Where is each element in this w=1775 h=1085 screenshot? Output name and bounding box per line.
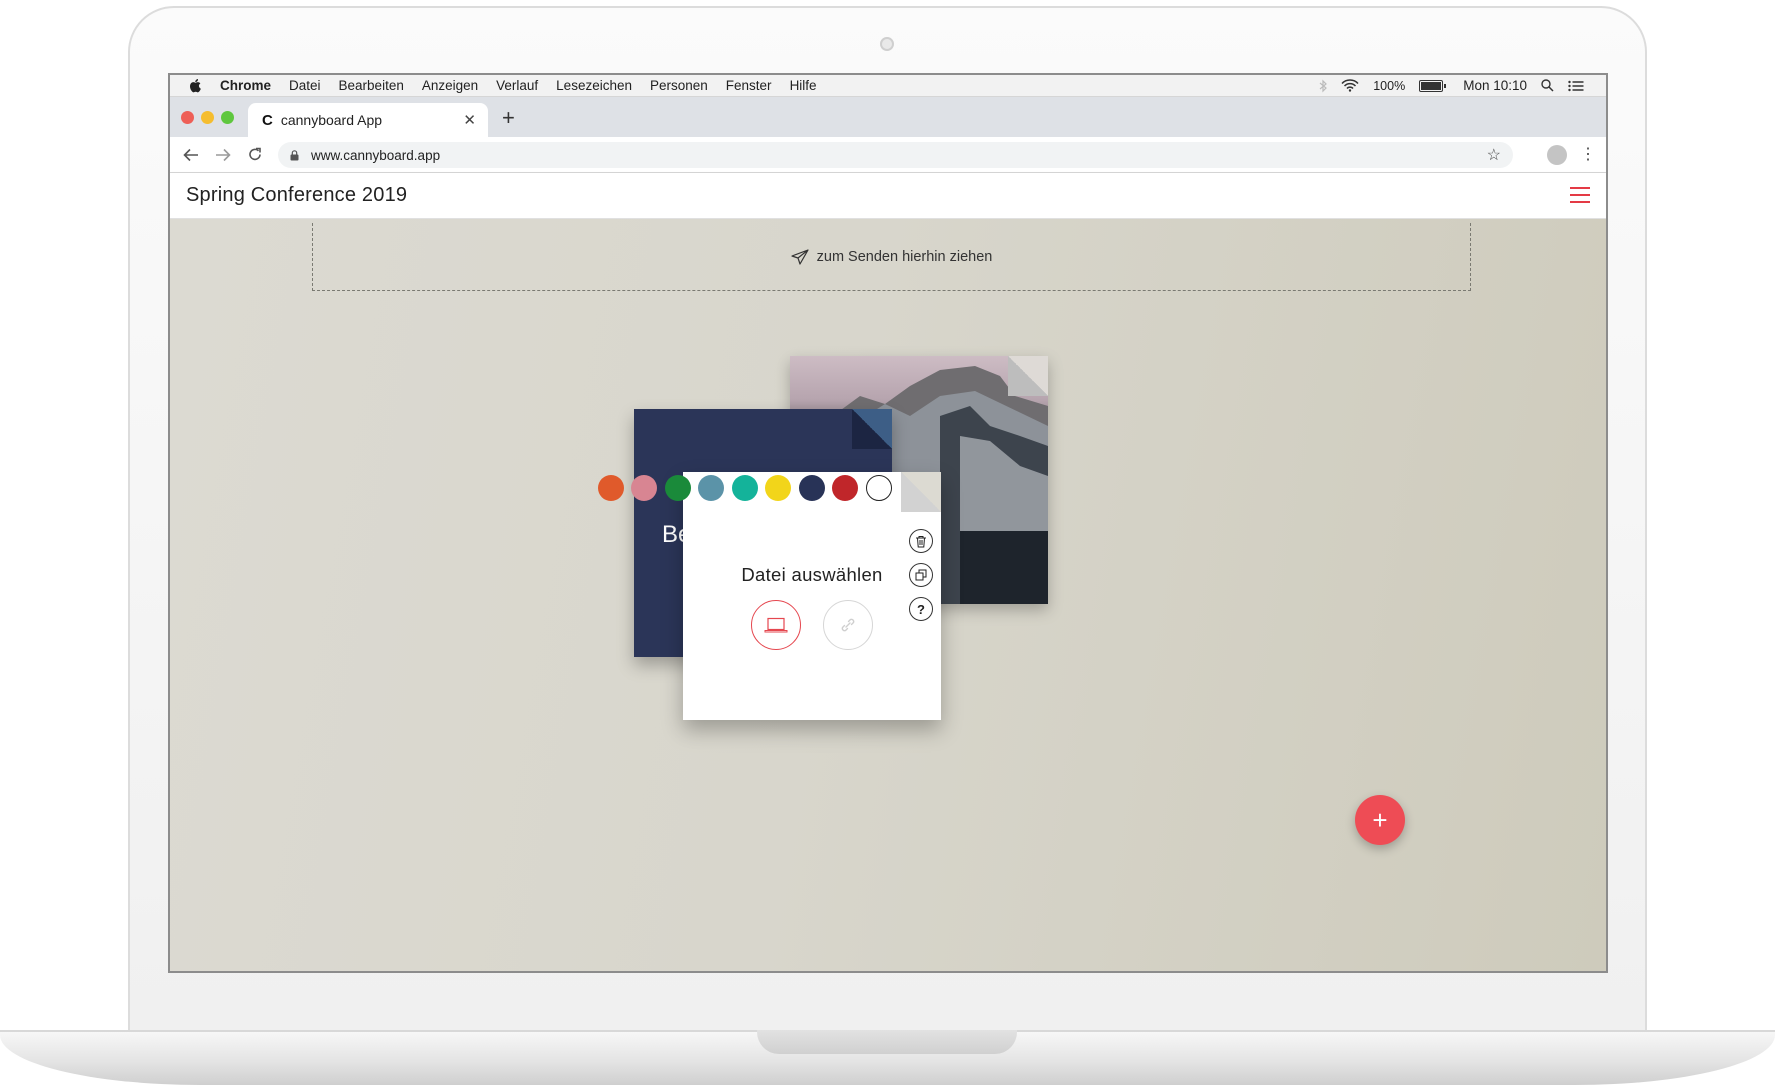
dropzone-label: zum Senden hierhin ziehen (816, 248, 993, 265)
swatch-navy[interactable] (799, 475, 825, 501)
app-header: Spring Conference 2019 (170, 173, 1606, 219)
send-dropzone[interactable]: zum Senden hierhin ziehen (312, 223, 1471, 291)
menubar-status-area: 100% Mon 10:10 (1319, 78, 1584, 93)
swatch-steel-blue[interactable] (698, 475, 724, 501)
card-fold-corner (852, 409, 892, 449)
menu-lesezeichen[interactable]: Lesezeichen (556, 78, 632, 93)
favicon-icon: C (262, 111, 273, 129)
address-bar[interactable]: www.cannyboard.app ☆ (278, 142, 1513, 168)
swatch-orange[interactable] (598, 475, 624, 501)
upload-local-file-button[interactable] (751, 600, 801, 650)
browser-toolbar: www.cannyboard.app ☆ ⋮ (170, 137, 1606, 173)
menu-chrome[interactable]: Chrome (220, 78, 271, 93)
url-text: www.cannyboard.app (311, 147, 441, 163)
swatch-red[interactable] (832, 475, 858, 501)
bluetooth-icon[interactable] (1319, 79, 1328, 93)
menu-bearbeiten[interactable]: Bearbeiten (339, 78, 404, 93)
file-card-title: Datei auswählen (741, 564, 883, 585)
lock-icon (290, 149, 299, 160)
battery-percent: 100% (1373, 78, 1406, 93)
swatch-green[interactable] (665, 475, 691, 501)
swatch-pink[interactable] (631, 475, 657, 501)
menubar-clock[interactable]: Mon 10:10 (1463, 78, 1527, 93)
menu-personen[interactable]: Personen (650, 78, 708, 93)
add-card-button[interactable]: + (1355, 795, 1405, 845)
macos-menubar: Chrome Datei Bearbeiten Anzeigen Verlauf… (170, 75, 1606, 97)
reload-icon[interactable] (246, 147, 264, 162)
star-icon[interactable]: ☆ (1487, 145, 1501, 165)
paper-plane-icon (791, 248, 809, 265)
delete-button[interactable] (909, 529, 933, 553)
laptop-notch (757, 1030, 1017, 1054)
screen: Chrome Datei Bearbeiten Anzeigen Verlauf… (168, 73, 1608, 973)
card-fold-corner (1008, 356, 1048, 396)
notification-list-icon[interactable] (1568, 80, 1584, 92)
menu-hilfe[interactable]: Hilfe (790, 78, 817, 93)
tab-close-icon[interactable]: ✕ (463, 111, 476, 129)
card-fold-corner (901, 472, 941, 512)
menu-anzeigen[interactable]: Anzeigen (422, 78, 478, 93)
menu-datei[interactable]: Datei (289, 78, 321, 93)
spotlight-search-icon[interactable] (1541, 79, 1554, 92)
window-minimize-icon[interactable] (201, 111, 214, 124)
profile-avatar[interactable] (1547, 145, 1567, 165)
swatch-yellow[interactable] (765, 475, 791, 501)
camera-icon (880, 37, 894, 51)
window-zoom-icon[interactable] (221, 111, 234, 124)
laptop-icon (764, 617, 788, 633)
apple-icon[interactable] (188, 78, 202, 93)
file-card[interactable]: ? Datei auswählen (683, 472, 941, 720)
browser-tabstrip: C cannyboard App ✕ + (170, 97, 1606, 137)
browser-tab-active[interactable]: C cannyboard App ✕ (248, 103, 488, 137)
forward-arrow-icon[interactable] (214, 148, 232, 162)
board-canvas[interactable]: zum Senden hierhin ziehen Be ? Datei aus… (170, 219, 1606, 971)
new-tab-icon[interactable]: + (502, 105, 515, 131)
battery-icon[interactable] (1419, 79, 1447, 92)
hamburger-menu-icon[interactable] (1570, 187, 1590, 204)
back-arrow-icon[interactable] (182, 148, 200, 162)
tab-title: cannyboard App (280, 112, 383, 128)
swatch-teal[interactable] (732, 475, 758, 501)
menu-verlauf[interactable]: Verlauf (496, 78, 538, 93)
window-close-icon[interactable] (181, 111, 194, 124)
menu-fenster[interactable]: Fenster (726, 78, 772, 93)
swatch-white[interactable] (866, 475, 892, 501)
browser-menu-icon[interactable]: ⋮ (1580, 144, 1596, 164)
wifi-icon[interactable] (1341, 79, 1359, 92)
insert-link-button[interactable] (823, 600, 873, 650)
help-button[interactable]: ? (909, 597, 933, 621)
trash-icon (916, 535, 926, 547)
board-title: Spring Conference 2019 (186, 184, 408, 206)
link-icon (841, 618, 855, 632)
